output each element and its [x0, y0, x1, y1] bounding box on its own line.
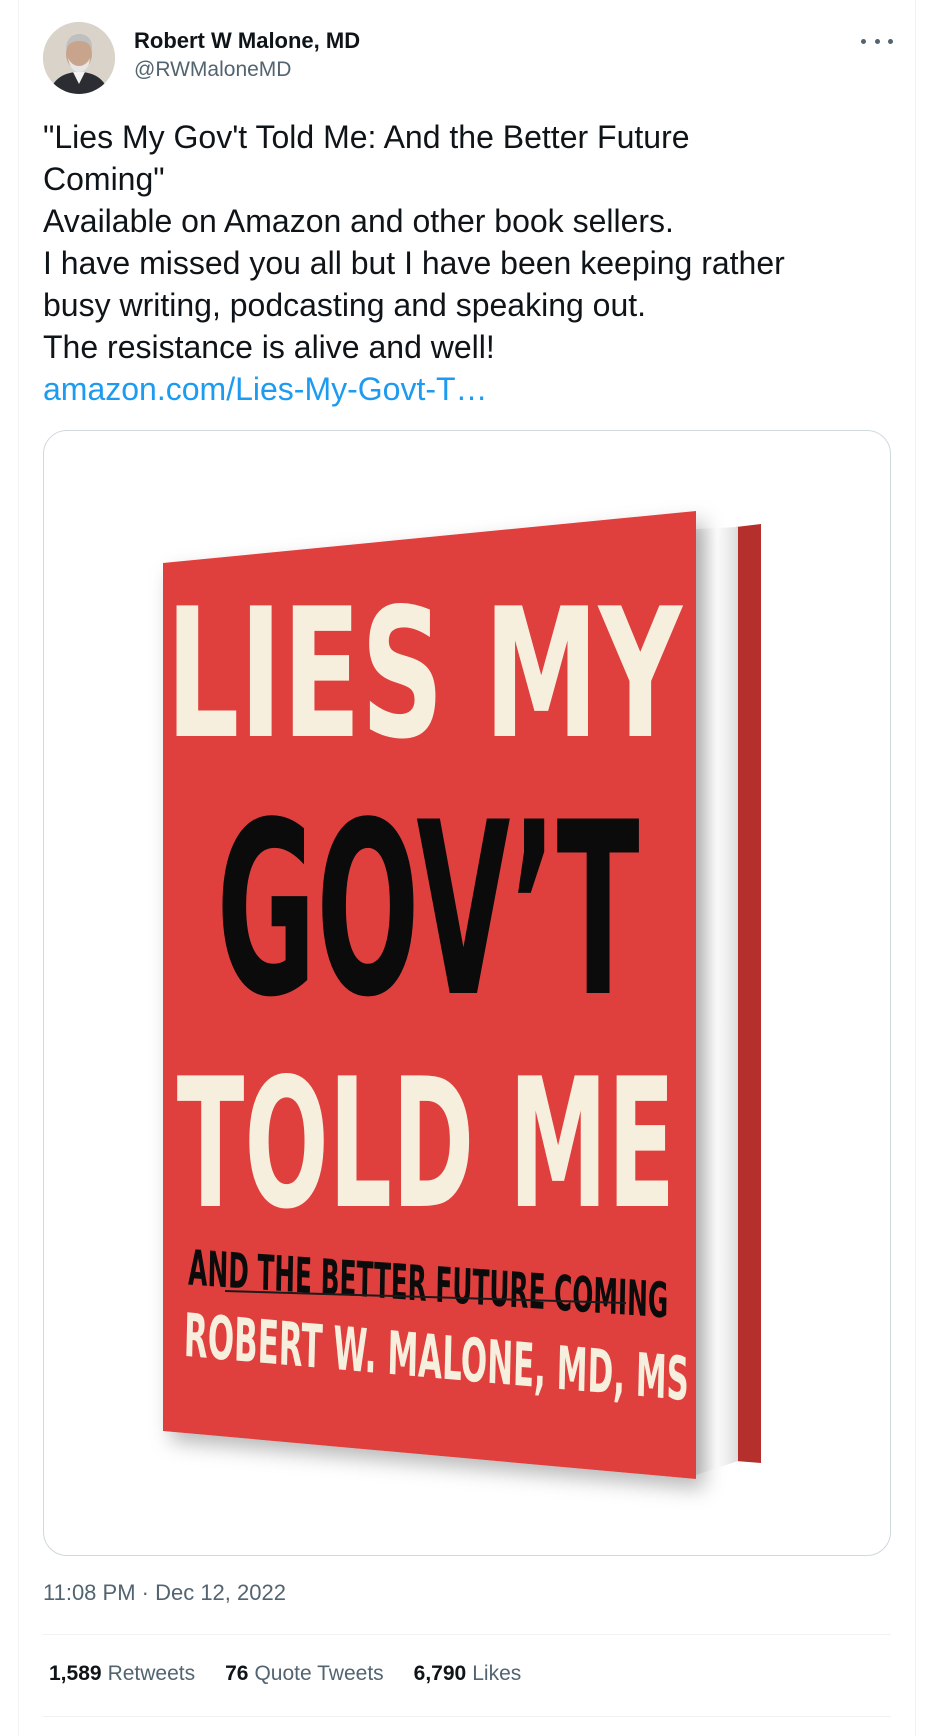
book-title-line1: LIES MY	[166, 569, 684, 778]
retweets-stat[interactable]: 1,589 Retweets	[49, 1662, 195, 1686]
engagement-stats: 1,589 Retweets 76 Quote Tweets 6,790 Likes	[49, 1662, 521, 1686]
tweet-text-line: "Lies My Gov't Told Me: And the Better F…	[43, 119, 690, 155]
more-options-button[interactable]	[861, 28, 893, 54]
more-horizontal-icon-dot	[888, 38, 893, 44]
tweet-text-line: busy writing, podcasting and speaking ou…	[43, 287, 647, 323]
quote-tweets-stat[interactable]: 76 Quote Tweets	[225, 1662, 384, 1686]
tweet-card: Robert W Malone, MD @RWMaloneMD "Lies My…	[18, 0, 916, 1736]
avatar-image	[43, 22, 115, 94]
more-horizontal-icon	[861, 38, 866, 44]
more-horizontal-icon-dot	[874, 38, 880, 44]
avatar[interactable]	[43, 22, 115, 94]
tweet-text-line: The resistance is alive and well!	[43, 329, 495, 365]
tweet-text-line: Coming"	[43, 161, 165, 197]
tweet-text-line: Available on Amazon and other book selle…	[43, 203, 674, 239]
tweet-timestamp[interactable]: 11:08 PM · Dec 12, 2022	[43, 1580, 286, 1606]
tweet-text-line: I have missed you all but I have been ke…	[43, 245, 785, 281]
author-handle[interactable]: @RWMaloneMD	[134, 58, 291, 82]
likes-count: 6,790	[413, 1662, 467, 1685]
author-display-name[interactable]: Robert W Malone, MD	[134, 28, 360, 54]
retweets-count: 1,589	[49, 1662, 102, 1685]
likes-label: Likes	[472, 1662, 522, 1685]
book-pages	[696, 527, 738, 1475]
book-back-edge	[736, 524, 761, 1463]
tweet-link[interactable]: amazon.com/Lies-My-Govt-T…	[43, 368, 883, 410]
quote-tweets-label: Quote Tweets	[254, 1662, 384, 1685]
divider	[43, 1634, 891, 1635]
retweets-label: Retweets	[107, 1662, 196, 1685]
book-title-line2: GOV’T	[216, 771, 639, 1050]
likes-stat[interactable]: 6,790 Likes	[414, 1662, 522, 1686]
book-cover-image: LIES MY GOV’T TOLD ME AND THE BETTER FUT…	[163, 511, 761, 1479]
tweet-text: "Lies My Gov't Told Me: And the Better F…	[43, 116, 883, 410]
media-card[interactable]: LIES MY GOV’T TOLD ME AND THE BETTER FUT…	[43, 430, 891, 1556]
book-title-line3: TOLD ME	[177, 1041, 676, 1249]
divider	[43, 1716, 891, 1717]
quote-tweets-count: 76	[225, 1662, 249, 1685]
